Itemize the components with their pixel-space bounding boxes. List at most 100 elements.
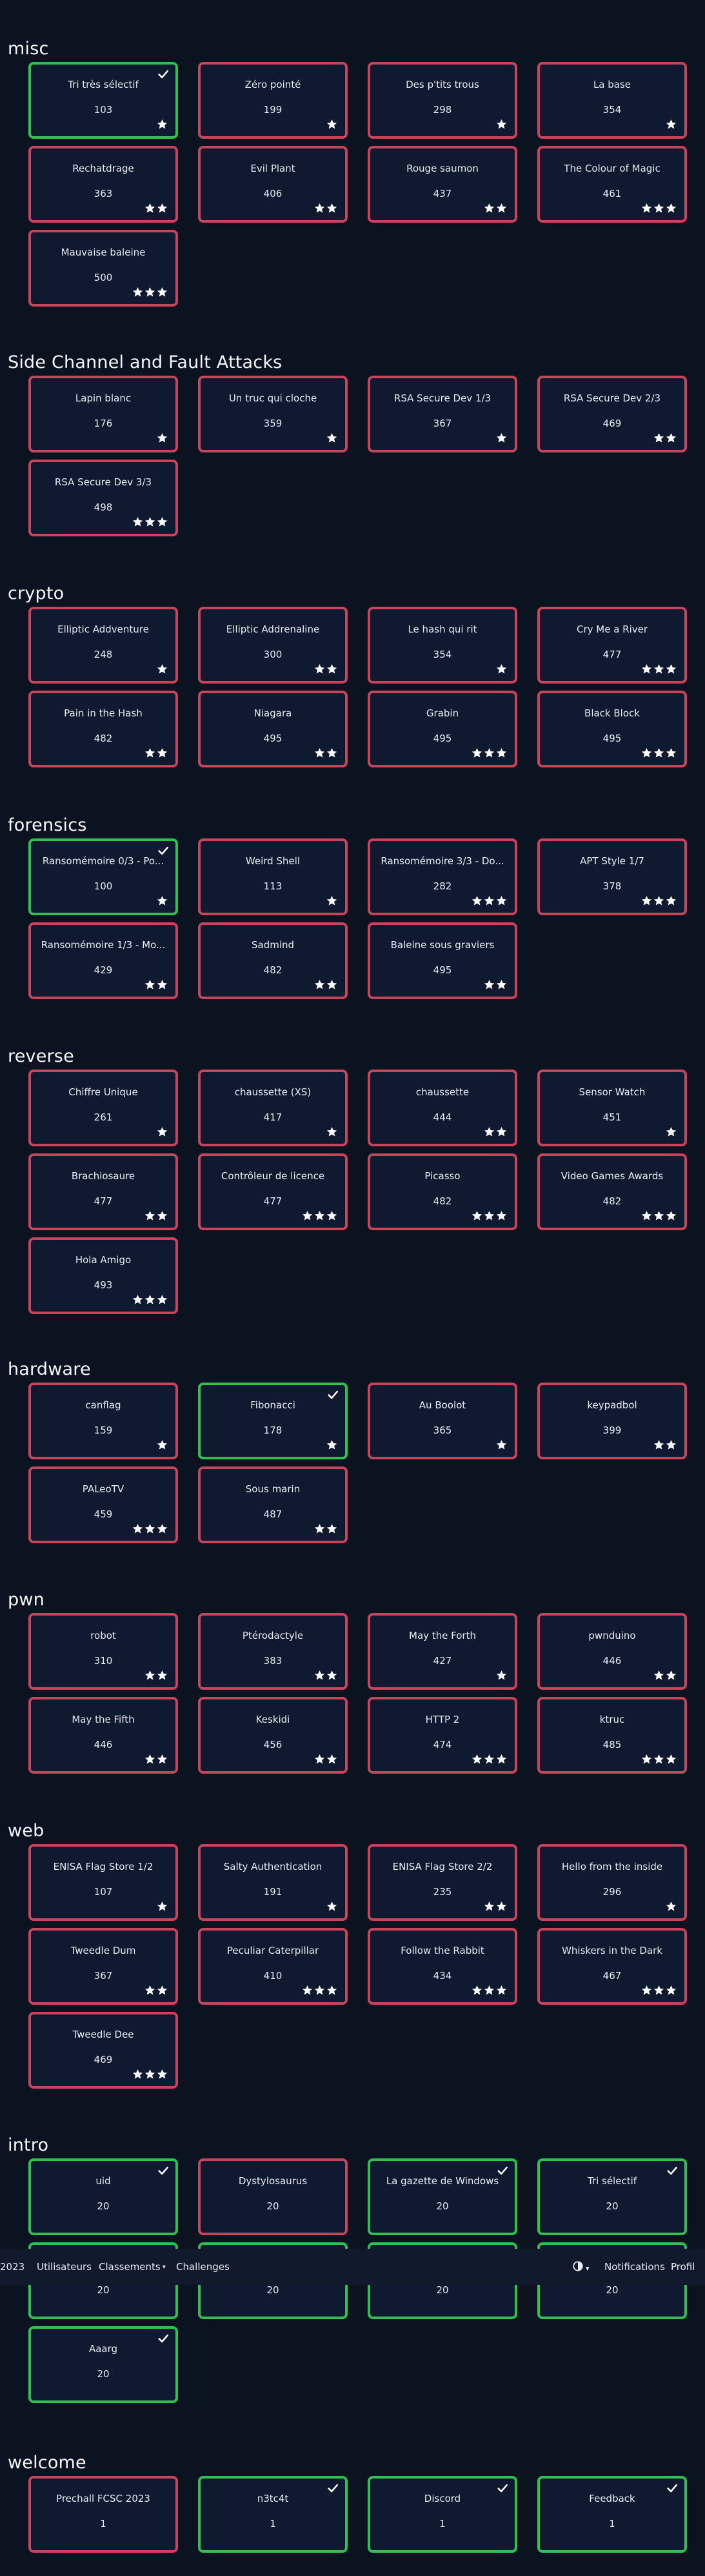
challenge-card-rsa-secure-dev-3-3[interactable]: RSA Secure Dev 3/3 498 [28,460,178,536]
difficulty-stars [314,664,337,674]
challenge-card-rsa-secure-dev-1-3[interactable]: RSA Secure Dev 1/3 367 [368,376,517,452]
challenge-card-aaarg[interactable]: Aaarg 20 [28,2326,178,2403]
challenge-card-whiskers-in-the-dark[interactable]: Whiskers in the Dark 467 [537,1928,687,2005]
challenge-card-un-truc-qui-cloche[interactable]: Un truc qui cloche 359 [198,376,348,452]
challenge-card-brachiosaure[interactable]: Brachiosaure 477 [28,1153,178,1230]
difficulty-stars [132,1523,168,1534]
navbar-brand[interactable]: 2023 [0,2260,25,2273]
challenge-card-video-games-awards[interactable]: Video Games Awards 482 [537,1153,687,1230]
challenge-card-apt-style-1-7[interactable]: APT Style 1/7 378 [537,838,687,915]
star-icon [144,2069,155,2079]
challenge-card-evil-plant[interactable]: Evil Plant 406 [198,146,348,223]
challenge-card-tweedle-dum[interactable]: Tweedle Dum 367 [28,1928,178,2005]
challenge-card-mauvaise-baleine[interactable]: Mauvaise baleine 500 [28,230,178,307]
challenge-card-prechall-fcsc-2023[interactable]: Prechall FCSC 2023 1 [28,2476,178,2553]
star-icon [144,1295,155,1304]
challenge-card-sous-marin[interactable]: Sous marin 487 [198,1466,348,1543]
challenge-card-salty-authentication[interactable]: Salty Authentication 191 [198,1844,348,1921]
challenge-card-ktruc[interactable]: ktruc 485 [537,1697,687,1774]
challenge-card-may-the-forth[interactable]: May the Forth 427 [368,1613,517,1690]
challenge-card-canflag[interactable]: canflag 159 [28,1383,178,1459]
challenge-card-picasso[interactable]: Picasso 482 [368,1153,517,1230]
challenge-card-rechatdrage[interactable]: Rechatdrage 363 [28,146,178,223]
challenge-card-discord[interactable]: Discord 1 [368,2476,517,2553]
challenge-card-hola-amigo[interactable]: Hola Amigo 493 [28,1237,178,1314]
challenge-card-elliptic-addrenaline[interactable]: Elliptic Addrenaline 300 [198,607,348,684]
challenge-points: 378 [602,880,622,892]
challenge-card-le-hash-qui-rit[interactable]: Le hash qui rit 354 [368,607,517,684]
challenge-card-keskidi[interactable]: Keskidi 456 [198,1697,348,1774]
challenge-card-tweedle-dee[interactable]: Tweedle Dee 469 [28,2012,178,2089]
challenge-card-controleur-de-licence[interactable]: Contrôleur de licence 477 [198,1153,348,1230]
challenge-points: 113 [263,880,283,892]
challenge-card-sadmind[interactable]: Sadmind 482 [198,922,348,999]
challenge-name: Evil Plant [250,163,295,174]
challenge-card-chiffre-unique[interactable]: Chiffre Unique 261 [28,1070,178,1146]
nav-link-challenges[interactable]: Challenges [176,2260,230,2273]
challenge-card-grabin[interactable]: Grabin 495 [368,691,517,767]
challenge-card-hello-from-the-inside[interactable]: Hello from the inside 296 [537,1844,687,1921]
nav-link-profil[interactable]: Profil [671,2260,695,2273]
challenge-points: 482 [94,733,113,744]
challenge-card-sensor-watch[interactable]: Sensor Watch 451 [537,1070,687,1146]
challenge-card-baleine-sous-graviers[interactable]: Baleine sous graviers 495 [368,922,517,999]
challenge-card-zero-pointe[interactable]: Zéro pointé 199 [198,62,348,139]
challenge-card-tri-selectif[interactable]: Tri sélectif 20 [537,2158,687,2235]
challenge-card-elliptic-addventure[interactable]: Elliptic Addventure 248 [28,607,178,684]
challenge-card-tri-tres-selectif[interactable]: Tri très sélectif 103 [28,62,178,139]
star-icon [484,1127,495,1137]
challenge-card-enisa-flag-store-1-2[interactable]: ENISA Flag Store 1/2 107 [28,1844,178,1921]
challenge-card-ransomemoire-1-3-mo[interactable]: Ransomémoire 1/3 - Mo... 429 [28,922,178,999]
star-icon [157,896,168,906]
challenge-card-the-colour-of-magic[interactable]: The Colour of Magic 461 [537,146,687,223]
challenge-card-cry-me-a-river[interactable]: Cry Me a River 477 [537,607,687,684]
difficulty-stars [157,432,168,443]
challenge-card-may-the-fifth[interactable]: May the Fifth 446 [28,1697,178,1774]
challenge-card-follow-the-rabbit[interactable]: Follow the Rabbit 434 [368,1928,517,2005]
challenge-card-ransomemoire-0-3-po[interactable]: Ransomémoire 0/3 - Po... 100 [28,838,178,915]
star-icon [302,1985,313,1995]
challenge-name: May the Fifth [72,1714,135,1725]
star-icon [326,1127,337,1137]
challenge-card-rsa-secure-dev-2-3[interactable]: RSA Secure Dev 2/3 469 [537,376,687,452]
challenge-card-pterodactyle[interactable]: Ptérodactyle 383 [198,1613,348,1690]
checkmark-icon [158,2166,169,2175]
challenge-card-pain-in-the-hash[interactable]: Pain in the Hash 482 [28,691,178,767]
challenge-card-n3tc4t[interactable]: n3tc4t 1 [198,2476,348,2553]
challenge-card-chaussette[interactable]: chaussette 444 [368,1070,517,1146]
challenge-card-la-base[interactable]: La base 354 [537,62,687,139]
theme-toggle-icon[interactable] [572,2260,584,2272]
theme-dropdown-chevron-icon[interactable]: ▾ [586,2262,590,2275]
challenge-card-chaussette-xs[interactable]: chaussette (XS) 417 [198,1070,348,1146]
challenge-card-feedback[interactable]: Feedback 1 [537,2476,687,2553]
difficulty-stars [496,432,507,443]
challenge-card-des-p-tits-trous[interactable]: Des p'tits trous 298 [368,62,517,139]
challenge-card-uid[interactable]: uid 20 [28,2158,178,2235]
challenge-card-rouge-saumon[interactable]: Rouge saumon 437 [368,146,517,223]
challenge-card-la-gazette-de-windows[interactable]: La gazette de Windows 20 [368,2158,517,2235]
star-icon [496,1902,507,1911]
challenge-card-keypadbol[interactable]: keypadbol 399 [537,1383,687,1459]
challenge-card-pwnduino[interactable]: pwnduino 446 [537,1613,687,1690]
nav-link-utilisateurs[interactable]: Utilisateurs [37,2260,92,2273]
challenge-card-au-boolot[interactable]: Au Boolot 365 [368,1383,517,1459]
challenge-card-http-2[interactable]: HTTP 2 474 [368,1697,517,1774]
challenge-card-lapin-blanc[interactable]: Lapin blanc 176 [28,376,178,452]
challenge-card-paleotv[interactable]: PALeoTV 459 [28,1466,178,1543]
star-icon [641,896,652,906]
challenge-card-peculiar-caterpillar[interactable]: Peculiar Caterpillar 410 [198,1928,348,2005]
challenge-card-ransomemoire-3-3-do[interactable]: Ransomémoire 3/3 - Do... 282 [368,838,517,915]
challenge-card-robot[interactable]: robot 310 [28,1613,178,1690]
challenge-card-niagara[interactable]: Niagara 495 [198,691,348,767]
challenge-card-black-block[interactable]: Black Block 495 [537,691,687,767]
nav-link-classements[interactable]: Classements ▾ [99,2260,166,2274]
difficulty-stars [157,895,168,906]
challenge-card-weird-shell[interactable]: Weird Shell 113 [198,838,348,915]
challenge-card-dystylosaurus[interactable]: Dystylosaurus 20 [198,2158,348,2235]
nav-link-notifications[interactable]: Notifications [604,2260,665,2273]
challenge-card-enisa-flag-store-2-2[interactable]: ENISA Flag Store 2/2 235 [368,1844,517,1921]
difficulty-stars [314,1754,337,1765]
star-icon [157,980,168,989]
difficulty-stars [144,747,168,758]
challenge-card-fibonacci[interactable]: Fibonacci 178 [198,1383,348,1459]
